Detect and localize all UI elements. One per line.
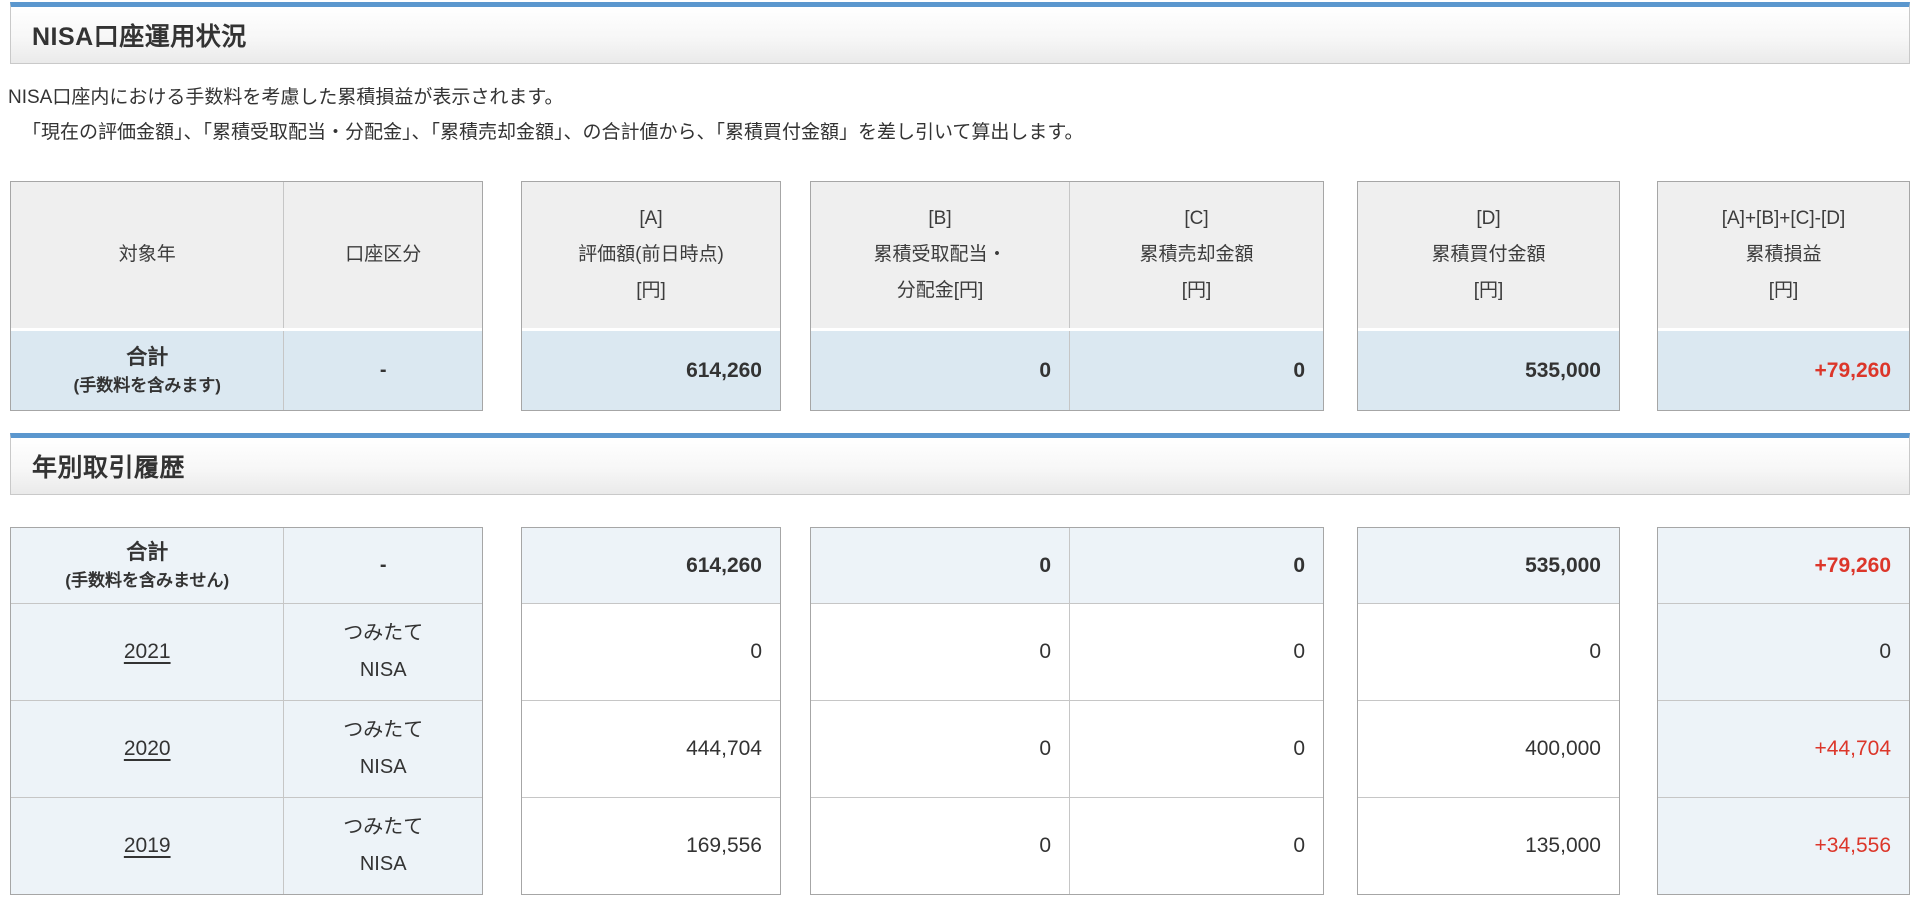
d-2021: 0 xyxy=(1358,604,1619,700)
c-2020: 0 xyxy=(1069,701,1323,797)
header-target-year: 対象年 xyxy=(11,182,283,328)
pl-2019: +34,556 xyxy=(1658,798,1909,894)
history-total-a: 614,260 xyxy=(522,528,780,603)
history-year-kubun: 合計 (手数料を含みません) - 2021 つみたて NISA 2020 つみた… xyxy=(10,527,483,895)
description-line-1: NISA口座内における手数料を考慮した累積損益が表示されます。 xyxy=(8,80,1919,115)
year-link-2021[interactable]: 2021 xyxy=(124,640,171,664)
header-valuation: [A] 評価額(前日時点) [円] xyxy=(522,182,780,328)
header-sales: [C] 累積売却金額 [円] xyxy=(1069,182,1323,328)
kubun-cell-2019: つみたて NISA xyxy=(283,798,482,894)
c-2021: 0 xyxy=(1069,604,1323,700)
history-col-bc: 0 0 0 0 0 0 0 0 xyxy=(810,527,1324,895)
d-2019: 135,000 xyxy=(1358,798,1619,894)
year-link-2020[interactable]: 2020 xyxy=(124,737,171,761)
pl-2020: +44,704 xyxy=(1658,701,1909,797)
kubun-cell-2021: つみたて NISA xyxy=(283,604,482,700)
total-purchases-value: 535,000 xyxy=(1358,331,1619,410)
history-col-a: 614,260 0 444,704 169,556 xyxy=(521,527,781,895)
kubun-cell-2020: つみたて NISA xyxy=(283,701,482,797)
history-total-b: 0 xyxy=(811,528,1069,603)
section2-title: 年別取引履歴 xyxy=(32,448,185,484)
header-cumulative-pl: [A]+[B]+[C]-[D] 累積損益 [円] xyxy=(1658,182,1909,328)
c-2019: 0 xyxy=(1069,798,1323,894)
a-2019: 169,556 xyxy=(522,798,780,894)
pl-2021: 0 xyxy=(1658,604,1909,700)
summary-table-col-pl: [A]+[B]+[C]-[D] 累積損益 [円] +79,260 xyxy=(1657,181,1910,411)
summary-table: 対象年 口座区分 合計 (手数料を含みます) - [A] 評価額(前日時点) [… xyxy=(0,181,1919,411)
year-cell-2019: 2019 xyxy=(11,798,283,894)
total-valuation-value: 614,260 xyxy=(522,331,780,410)
a-2020: 444,704 xyxy=(522,701,780,797)
total-label-cell: 合計 (手数料を含みます) xyxy=(11,331,283,410)
header-purchases: [D] 累積買付金額 [円] xyxy=(1358,182,1619,328)
a-2021: 0 xyxy=(522,604,780,700)
summary-table-year-kubun: 対象年 口座区分 合計 (手数料を含みます) - xyxy=(10,181,483,411)
description-line-2: 「現在の評価金額」、「累積受取配当・分配金」、「累積売却金額」、の合計値から、「… xyxy=(8,115,1919,150)
history-col-d: 535,000 0 400,000 135,000 xyxy=(1357,527,1620,895)
header-dividends: [B] 累積受取配当・ 分配金[円] xyxy=(811,182,1069,328)
b-2019: 0 xyxy=(811,798,1069,894)
total-kubun-cell: - xyxy=(283,331,482,410)
yearly-history-table: 合計 (手数料を含みません) - 2021 つみたて NISA 2020 つみた… xyxy=(0,527,1919,895)
summary-table-col-d: [D] 累積買付金額 [円] 535,000 xyxy=(1357,181,1620,411)
section-header-yearly-history: 年別取引履歴 xyxy=(10,433,1910,495)
total-sales-value: 0 xyxy=(1069,331,1323,410)
history-total-pl: +79,260 xyxy=(1658,528,1909,603)
section-header-nisa-status: NISA口座運用状況 xyxy=(10,2,1910,64)
b-2021: 0 xyxy=(811,604,1069,700)
description: NISA口座内における手数料を考慮した累積損益が表示されます。 「現在の評価金額… xyxy=(8,80,1919,150)
page-title: NISA口座運用状況 xyxy=(32,17,247,53)
history-total-kubun-cell: - xyxy=(283,528,482,603)
d-2020: 400,000 xyxy=(1358,701,1619,797)
history-total-c: 0 xyxy=(1069,528,1323,603)
header-account-type: 口座区分 xyxy=(283,182,482,328)
b-2020: 0 xyxy=(811,701,1069,797)
total-dividends-value: 0 xyxy=(811,331,1069,410)
year-link-2019[interactable]: 2019 xyxy=(124,834,171,858)
summary-table-col-a: [A] 評価額(前日時点) [円] 614,260 xyxy=(521,181,781,411)
year-cell-2020: 2020 xyxy=(11,701,283,797)
total-pl-value: +79,260 xyxy=(1658,331,1909,410)
history-col-pl: +79,260 0 +44,704 +34,556 xyxy=(1657,527,1910,895)
history-total-d: 535,000 xyxy=(1358,528,1619,603)
summary-table-col-bc: [B] 累積受取配当・ 分配金[円] [C] 累積売却金額 [円] 0 0 xyxy=(810,181,1324,411)
year-cell-2021: 2021 xyxy=(11,604,283,700)
history-total-label-cell: 合計 (手数料を含みません) xyxy=(11,528,283,603)
